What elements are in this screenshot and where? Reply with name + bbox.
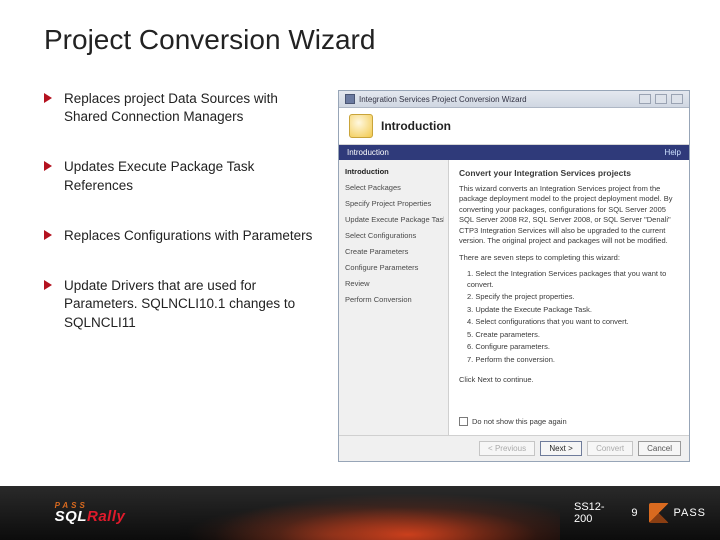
bullet-arrow-icon <box>44 280 54 290</box>
wizard-body: Introduction Select Packages Specify Pro… <box>339 160 689 435</box>
nav-project-properties[interactable]: Specify Project Properties <box>343 198 444 209</box>
pass-wordmark: PASS <box>673 507 706 519</box>
bullet-text: Update Drivers that are used for Paramet… <box>64 277 324 332</box>
window-title: Integration Services Project Conversion … <box>359 95 527 104</box>
bullet-item: Replaces project Data Sources with Share… <box>44 90 324 126</box>
main-heading: Convert your Integration Services projec… <box>459 168 679 180</box>
intro-paragraph: This wizard converts an Integration Serv… <box>459 184 679 247</box>
wizard-subbar: Introduction Help <box>339 145 689 160</box>
step-item: 3. Update the Execute Package Task. <box>467 305 679 316</box>
close-icon[interactable] <box>671 94 683 104</box>
checkbox-label: Do not show this page again <box>472 417 567 428</box>
session-code: SS12-200 <box>574 501 619 525</box>
conversion-wizard-window: Integration Services Project Conversion … <box>338 90 690 462</box>
maximize-icon[interactable] <box>655 94 667 104</box>
logo-rally: Rally <box>87 508 125 525</box>
minimize-icon[interactable] <box>639 94 651 104</box>
footer-brand-left: PASS SQLRally <box>0 486 180 540</box>
slide-footer: PASS SQLRally SS12-200 9 PASS <box>0 486 720 540</box>
nav-perform-conversion[interactable]: Perform Conversion <box>343 294 444 305</box>
step-item: 4. Select configurations that you want t… <box>467 317 679 328</box>
nav-review[interactable]: Review <box>343 278 444 289</box>
step-item: 6. Configure parameters. <box>467 342 679 353</box>
nav-introduction[interactable]: Introduction <box>343 166 444 177</box>
convert-button[interactable]: Convert <box>587 441 633 456</box>
subbar-title: Introduction <box>347 148 389 157</box>
bullet-arrow-icon <box>44 161 54 171</box>
previous-button[interactable]: < Previous <box>479 441 535 456</box>
bullet-item: Replaces Configurations with Parameters <box>44 227 324 245</box>
bullet-text: Replaces project Data Sources with Share… <box>64 90 324 126</box>
bullet-text: Updates Execute Package Task References <box>64 158 324 194</box>
bullet-arrow-icon <box>44 230 54 240</box>
bullet-item: Updates Execute Package Task References <box>44 158 324 194</box>
sqlrally-logo: PASS SQLRally <box>55 501 126 525</box>
step-item: 1. Select the Integration Services packa… <box>467 269 679 290</box>
bullet-text: Replaces Configurations with Parameters <box>64 227 312 245</box>
wizard-nav: Introduction Select Packages Specify Pro… <box>339 160 449 435</box>
wizard-button-bar: < Previous Next > Convert Cancel <box>339 435 689 461</box>
bullet-list: Replaces project Data Sources with Share… <box>44 90 324 460</box>
next-button[interactable]: Next > <box>540 441 582 456</box>
package-icon <box>349 114 373 138</box>
slide-title: Project Conversion Wizard <box>44 24 375 56</box>
footer-right: SS12-200 9 PASS <box>560 486 720 540</box>
steps-intro: There are seven steps to completing this… <box>459 253 679 264</box>
footer-graphic <box>180 486 560 540</box>
page-number: 9 <box>631 507 637 519</box>
wizard-header: Introduction <box>339 108 689 145</box>
content-area: Replaces project Data Sources with Share… <box>44 90 690 460</box>
help-link[interactable]: Help <box>665 148 681 157</box>
wizard-header-title: Introduction <box>381 119 451 133</box>
pass-mark-icon <box>649 503 669 523</box>
nav-update-execute-package[interactable]: Update Execute Package Task <box>343 214 444 225</box>
wizard-main-panel: Convert your Integration Services projec… <box>449 160 689 435</box>
step-item: 7. Perform the conversion. <box>467 355 679 366</box>
checkbox-icon[interactable] <box>459 417 468 426</box>
wizard-titlebar: Integration Services Project Conversion … <box>339 91 689 108</box>
pass-logo: PASS <box>649 503 706 523</box>
logo-sql: SQL <box>55 508 87 525</box>
app-icon <box>345 94 355 104</box>
dont-show-again[interactable]: Do not show this page again <box>459 417 679 428</box>
nav-configure-parameters[interactable]: Configure Parameters <box>343 262 444 273</box>
nav-select-packages[interactable]: Select Packages <box>343 182 444 193</box>
bullet-arrow-icon <box>44 93 54 103</box>
step-item: 2. Specify the project properties. <box>467 292 679 303</box>
nav-create-parameters[interactable]: Create Parameters <box>343 246 444 257</box>
cancel-button[interactable]: Cancel <box>638 441 681 456</box>
nav-select-configurations[interactable]: Select Configurations <box>343 230 444 241</box>
bullet-item: Update Drivers that are used for Paramet… <box>44 277 324 332</box>
click-next-hint: Click Next to continue. <box>459 375 679 386</box>
step-item: 5. Create parameters. <box>467 330 679 341</box>
